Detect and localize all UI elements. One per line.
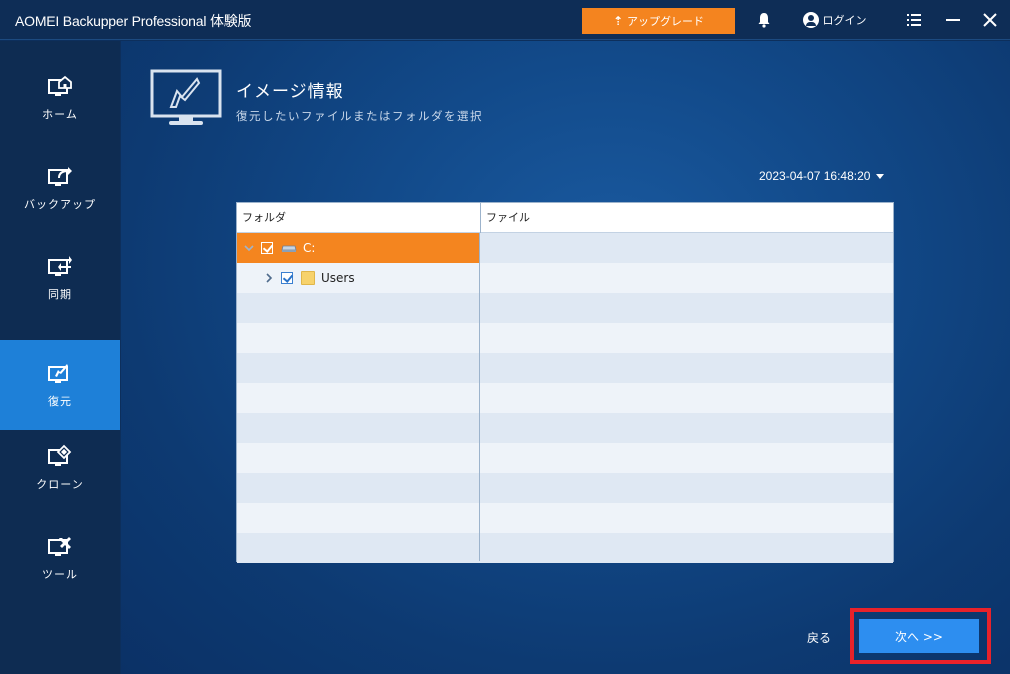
minimize-icon[interactable] xyxy=(943,8,963,32)
home-icon xyxy=(48,75,72,96)
menu-icon[interactable] xyxy=(904,8,924,32)
tools-icon xyxy=(48,537,71,556)
file-tree-table: フォルダ ファイル C: Users xyxy=(236,202,894,563)
title-bar: AOMEI Backupper Professional 体験版 ⇡ アップグレ… xyxy=(0,0,1010,40)
tree-node-checkbox[interactable] xyxy=(261,242,273,254)
chevron-down-icon[interactable] xyxy=(243,242,255,254)
sidebar-item-label: ツール xyxy=(42,568,78,581)
page-subtitle: 復元したいファイルまたはフォルダを選択 xyxy=(236,109,483,123)
folder-icon xyxy=(301,271,315,285)
notification-bell-icon[interactable] xyxy=(754,8,774,32)
table-row xyxy=(237,503,893,533)
sync-icon xyxy=(48,256,72,276)
sidebar: ホーム バックアップ 同期 復元 クローン ツール xyxy=(0,41,120,674)
upgrade-button[interactable]: ⇡ アップグレード xyxy=(582,8,735,34)
backup-icon xyxy=(48,167,72,186)
back-button[interactable]: 戻る xyxy=(807,629,831,646)
column-header-folder: フォルダ xyxy=(242,211,286,224)
login-button[interactable]: ログイン xyxy=(797,8,872,32)
column-header-file: ファイル xyxy=(480,203,893,233)
table-row xyxy=(237,413,893,443)
clone-icon xyxy=(48,444,72,466)
login-label: ログイン xyxy=(822,14,867,27)
sidebar-item-clone[interactable]: クローン xyxy=(0,423,120,513)
table-row[interactable]: C: xyxy=(237,233,893,263)
close-icon[interactable] xyxy=(980,8,1000,32)
user-avatar-icon xyxy=(802,12,819,28)
tree-node-users[interactable]: Users xyxy=(237,263,479,293)
chevron-right-icon[interactable] xyxy=(263,272,275,284)
sidebar-item-home[interactable]: ホーム xyxy=(0,53,120,143)
table-row xyxy=(237,323,893,353)
table-row xyxy=(237,443,893,473)
table-row xyxy=(237,533,893,563)
app-window: AOMEI Backupper Professional 体験版 ⇡ アップグレ… xyxy=(0,0,1010,674)
table-row[interactable]: Users xyxy=(237,263,893,293)
main-panel: イメージ情報 復元したいファイルまたはフォルダを選択 2023-04-07 16… xyxy=(121,41,1010,674)
tree-node-label: C: xyxy=(303,241,316,255)
chevron-down-icon xyxy=(876,174,885,179)
table-row xyxy=(237,383,893,413)
page-title: イメージ情報 xyxy=(236,82,344,102)
restore-icon xyxy=(48,364,68,383)
drive-icon xyxy=(281,245,297,252)
table-header: フォルダ ファイル xyxy=(237,203,893,233)
table-row xyxy=(237,473,893,503)
upgrade-label: アップグレード xyxy=(627,15,705,28)
tree-node-drive-c[interactable]: C: xyxy=(237,233,479,263)
sidebar-item-restore[interactable]: 復元 xyxy=(0,340,120,430)
column-divider[interactable] xyxy=(479,233,480,561)
table-row xyxy=(237,293,893,323)
image-info-monitor-icon xyxy=(150,69,222,125)
upgrade-arrow-icon: ⇡ xyxy=(612,14,624,28)
app-title: AOMEI Backupper Professional 体験版 xyxy=(15,13,252,29)
sidebar-item-label: 復元 xyxy=(48,395,72,408)
sidebar-item-label: バックアップ xyxy=(24,198,96,211)
sidebar-item-backup[interactable]: バックアップ xyxy=(0,143,120,233)
backup-version-selector[interactable]: 2023-04-07 16:48:20 xyxy=(759,169,885,183)
tree-node-label: Users xyxy=(321,271,355,285)
sidebar-item-tools[interactable]: ツール xyxy=(0,513,120,603)
backup-datetime: 2023-04-07 16:48:20 xyxy=(759,169,871,183)
next-button[interactable]: 次へ >> xyxy=(859,619,979,653)
sidebar-item-label: 同期 xyxy=(48,288,72,301)
table-rows: C: Users xyxy=(237,233,893,563)
sidebar-item-label: クローン xyxy=(36,478,84,491)
table-row xyxy=(237,353,893,383)
sidebar-item-sync[interactable]: 同期 xyxy=(0,233,120,323)
tree-node-checkbox[interactable] xyxy=(281,272,293,284)
sidebar-item-label: ホーム xyxy=(42,108,78,121)
